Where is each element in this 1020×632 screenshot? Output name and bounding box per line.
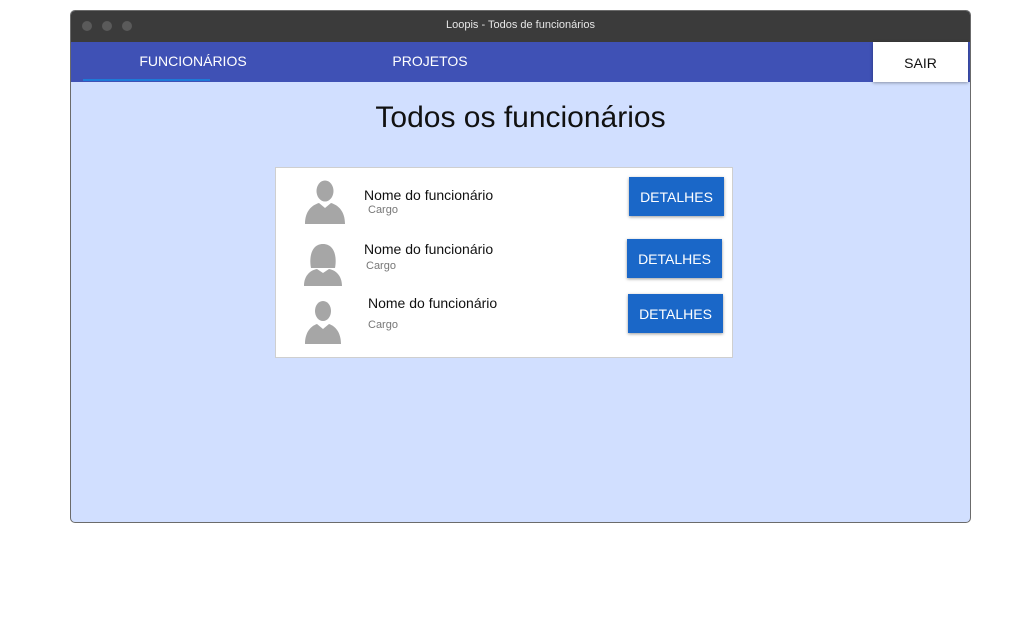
- top-navbar: FUNCIONÁRIOS PROJETOS: [71, 42, 970, 82]
- app-window: Loopis - Todos de funcionários FUNCIONÁR…: [70, 10, 971, 523]
- tab-funcionarios[interactable]: FUNCIONÁRIOS: [113, 42, 273, 82]
- window-titlebar: Loopis - Todos de funcionários: [71, 11, 970, 42]
- employee-role: Cargo: [368, 204, 398, 216]
- active-tab-indicator: [83, 79, 210, 81]
- male-avatar-icon: [305, 301, 341, 344]
- details-button[interactable]: DETALHES: [629, 177, 724, 216]
- female-avatar-icon: [304, 244, 342, 286]
- tab-projetos[interactable]: PROJETOS: [370, 42, 490, 82]
- details-button[interactable]: DETALHES: [628, 294, 723, 333]
- employee-name: Nome do funcionário: [368, 295, 498, 311]
- window-title: Loopis - Todos de funcionários: [445, 19, 595, 31]
- page-title: Todos os funcionários: [375, 101, 666, 134]
- employee-name: Nome do funcionário: [364, 187, 494, 203]
- employee-role: Cargo: [368, 319, 398, 331]
- male-avatar-icon: [305, 180, 345, 224]
- employee-role: Cargo: [366, 260, 396, 272]
- details-button[interactable]: DETALHES: [627, 239, 722, 278]
- logout-button[interactable]: SAIR: [873, 42, 968, 82]
- employee-name: Nome do funcionário: [364, 241, 494, 257]
- employee-list: Nome do funcionário Cargo DETALHES Nome …: [275, 167, 733, 358]
